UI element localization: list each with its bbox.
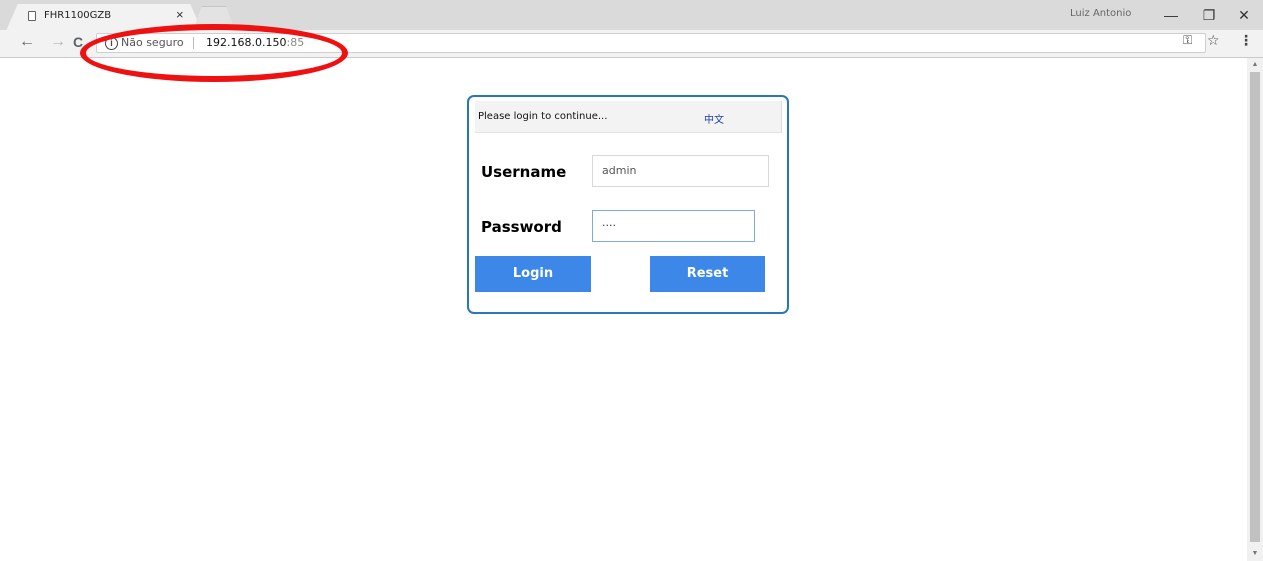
url-host: 192.168.0.150 <box>206 36 287 49</box>
username-field[interactable]: admin <box>592 155 769 187</box>
vertical-scrollbar[interactable]: ▲ ▼ <box>1247 58 1263 561</box>
login-header: Please login to continue... 中文 <box>475 101 782 133</box>
profile-name[interactable]: Luiz Antonio <box>1070 8 1131 19</box>
page-icon <box>28 11 36 21</box>
reload-icon[interactable]: C <box>73 34 83 50</box>
menu-icon[interactable]: ⋮ <box>1239 32 1253 49</box>
scroll-up-icon[interactable]: ▲ <box>1247 58 1263 72</box>
back-arrow-icon[interactable]: ← <box>19 33 35 51</box>
tab-strip: FHR1100GZB × Luiz Antonio — ❐ ✕ <box>0 0 1263 31</box>
minimize-button[interactable]: — <box>1156 5 1186 25</box>
info-icon[interactable]: i <box>105 37 118 50</box>
tab-close-icon[interactable]: × <box>176 7 184 22</box>
forward-arrow-icon[interactable]: → <box>50 33 66 51</box>
reset-button[interactable]: Reset <box>650 256 765 292</box>
password-label: Password <box>481 218 562 236</box>
scroll-thumb[interactable] <box>1250 72 1260 542</box>
divider <box>193 37 194 49</box>
scroll-down-icon[interactable]: ▼ <box>1247 547 1263 561</box>
login-panel: Please login to continue... 中文 Username … <box>467 95 789 314</box>
browser-toolbar: ← → C i Não seguro 192.168.0.150:85 <box>0 30 1263 58</box>
tab-title[interactable]: FHR1100GZB <box>44 10 111 21</box>
url-port: :85 <box>286 36 305 49</box>
address-bar[interactable]: i Não seguro 192.168.0.150:85 <box>96 33 1206 53</box>
url-text[interactable]: 192.168.0.150:85 <box>206 36 304 49</box>
login-prompt: Please login to continue... <box>478 111 608 122</box>
maximize-button[interactable]: ❐ <box>1194 5 1224 25</box>
login-button[interactable]: Login <box>475 256 591 292</box>
username-label: Username <box>481 163 567 181</box>
new-tab-button[interactable] <box>194 6 234 28</box>
star-icon[interactable]: ☆ <box>1207 32 1220 49</box>
close-window-button[interactable]: ✕ <box>1229 5 1259 25</box>
security-status[interactable]: Não seguro <box>121 36 184 49</box>
language-link[interactable]: 中文 <box>704 111 724 126</box>
key-icon[interactable]: ⚿ <box>1183 33 1192 48</box>
password-field[interactable]: ···· <box>592 210 755 242</box>
